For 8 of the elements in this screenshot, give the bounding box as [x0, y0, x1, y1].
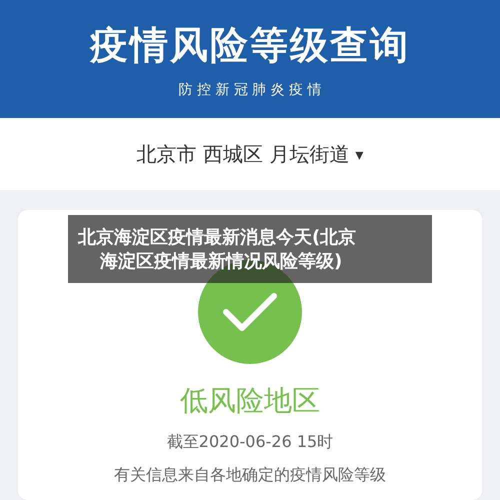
page-title: 疫情风险等级查询 [90, 22, 410, 68]
info-note: 有关信息来自各地确定的疫情风险等级 [114, 465, 386, 486]
update-time: 截至2020-06-26 15时 [166, 432, 334, 453]
page-subtitle: 防 控 新 冠 肺 炎 疫 情 [178, 80, 322, 98]
caption-line: 北京海淀区疫情最新消息今天(北京 [78, 226, 358, 249]
caption-line: 海淀区疫情最新情况风险等级) [98, 250, 344, 273]
risk-level-label: 低风险地区 [180, 383, 320, 419]
location-selector[interactable]: 北京市 西城区 月坛街道 ▾ [136, 140, 364, 168]
